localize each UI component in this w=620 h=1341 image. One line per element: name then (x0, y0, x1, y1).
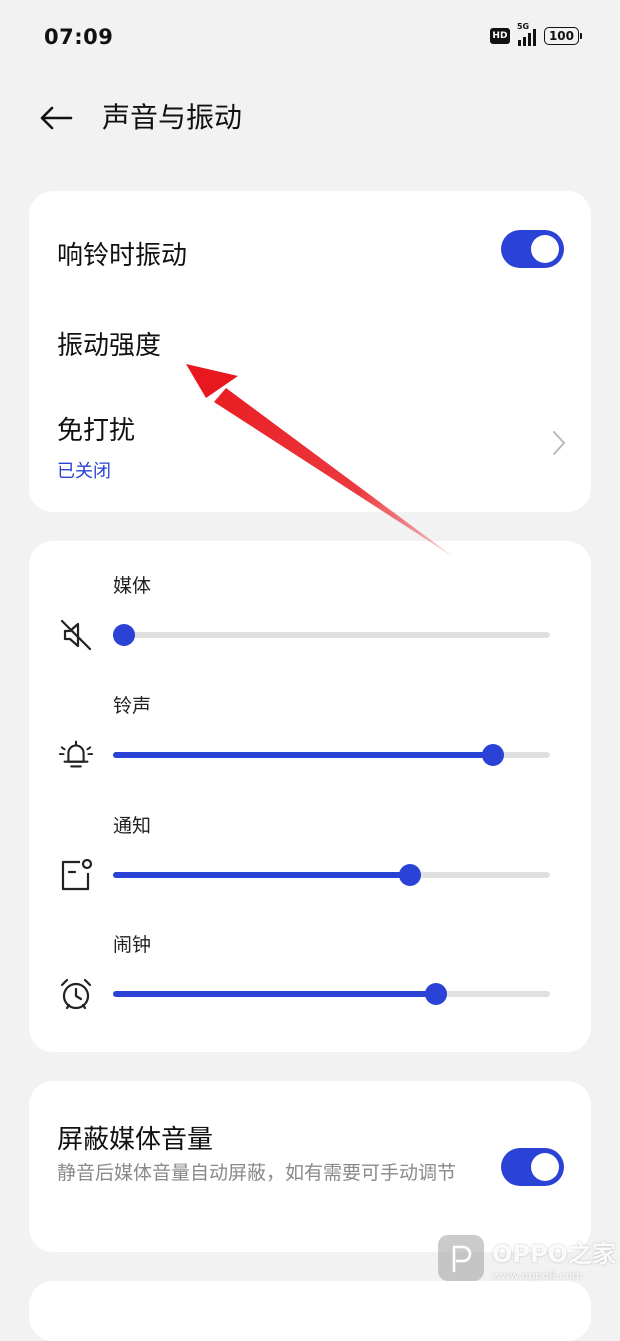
next-settings-card (29, 1281, 591, 1341)
toggle-knob (531, 235, 559, 263)
notification-volume-label: 通知 (113, 815, 152, 837)
bell-icon[interactable] (57, 736, 95, 774)
vibration-intensity-item[interactable]: 振动强度 (57, 325, 161, 362)
do-not-disturb-item[interactable]: 免打扰 已关闭 (29, 396, 591, 486)
vibrate-on-ring-label: 响铃时振动 (57, 241, 188, 271)
media-volume-label: 媒体 (113, 575, 152, 597)
status-icons: HD 5G 100 (489, 22, 582, 46)
notification-icon[interactable] (57, 856, 95, 894)
page-title: 声音与振动 (102, 101, 243, 134)
volume-card: 媒体 铃声 通知 闹钟 (29, 541, 591, 1052)
arrow-left-icon[interactable] (36, 100, 76, 136)
status-bar: 07:09 HD 5G 100 (0, 0, 620, 76)
watermark-name: OPPO之家 (492, 1240, 616, 1268)
signal-icon: 5G (517, 22, 536, 46)
chevron-right-icon (549, 428, 569, 458)
slider-thumb[interactable] (425, 983, 448, 1005)
mute-media-label: 屏蔽媒体音量 (57, 1125, 214, 1155)
battery-icon: 100 (543, 27, 582, 45)
ringtone-volume-slider[interactable] (113, 742, 550, 768)
slider-fill (113, 991, 437, 997)
media-volume-slider[interactable] (113, 622, 550, 648)
do-not-disturb-label: 免打扰 (57, 416, 136, 446)
page-header: 声音与振动 (0, 88, 620, 148)
notification-volume-slider[interactable] (113, 862, 550, 888)
mute-media-card: 屏蔽媒体音量 静音后媒体音量自动屏蔽，如有需要可手动调节 (29, 1081, 591, 1252)
watermark-url: www.oppo8.com (492, 1269, 583, 1282)
slider-fill (113, 752, 494, 758)
slider-fill (113, 872, 411, 878)
watermark: OPPO之家 www.oppo8.com (438, 1234, 616, 1282)
slider-thumb[interactable] (113, 624, 135, 646)
toggle-knob (531, 1153, 559, 1181)
speaker-muted-icon[interactable] (57, 616, 95, 654)
hd-icon: HD (489, 28, 510, 44)
alarm-clock-icon[interactable] (57, 975, 95, 1013)
vibrate-on-ring-toggle[interactable] (501, 230, 564, 268)
ringtone-volume-label: 铃声 (113, 695, 152, 717)
alarm-volume-label: 闹钟 (113, 934, 152, 956)
slider-thumb[interactable] (482, 744, 505, 766)
do-not-disturb-status: 已关闭 (57, 461, 111, 482)
vibration-settings-card: 响铃时振动 振动强度 免打扰 已关闭 (29, 191, 591, 512)
network-type: 5G (516, 22, 530, 31)
status-time: 07:09 (44, 25, 114, 49)
slider-thumb[interactable] (399, 864, 422, 886)
alarm-volume-slider[interactable] (113, 981, 550, 1007)
battery-level: 100 (543, 27, 579, 45)
watermark-logo-icon (438, 1235, 484, 1281)
mute-media-description: 静音后媒体音量自动屏蔽，如有需要可手动调节 (57, 1162, 457, 1184)
mute-media-toggle[interactable] (501, 1148, 564, 1186)
